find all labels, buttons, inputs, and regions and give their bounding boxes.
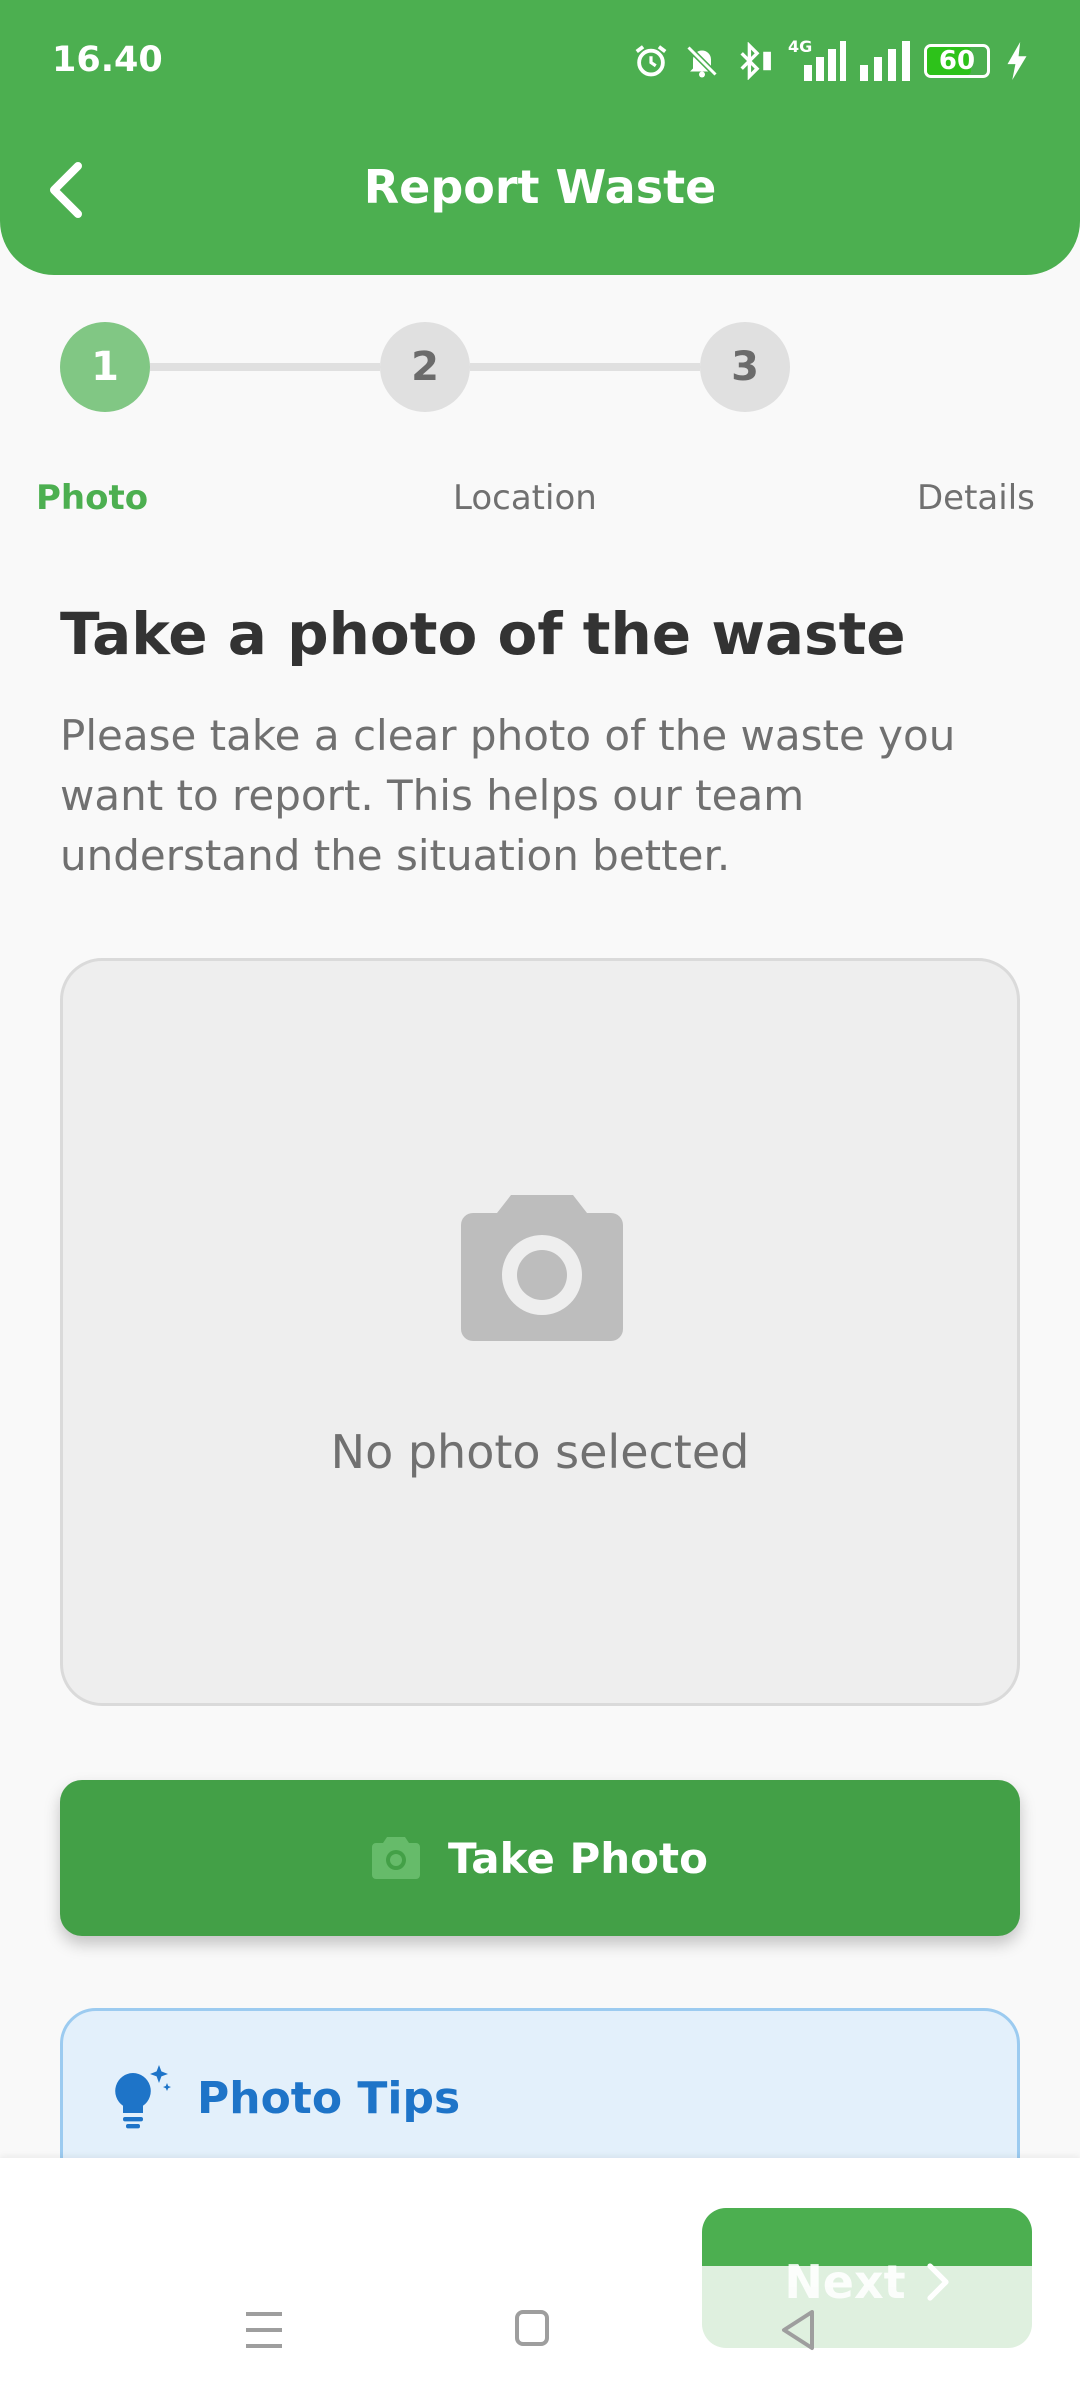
no-photo-text: No photo selected [330, 1425, 750, 1479]
next-button[interactable]: Next [702, 2208, 1032, 2348]
section-heading: Take a photo of the waste [60, 600, 906, 668]
photo-preview[interactable]: No photo selected [60, 958, 1020, 1706]
lightbulb-icon [115, 2065, 171, 2129]
alarm-icon [635, 45, 667, 77]
photo-tips-title: Photo Tips [197, 2073, 461, 2124]
bell-off-icon [686, 45, 718, 78]
step-2-label: Location [453, 478, 597, 518]
camera-icon [461, 1195, 623, 1341]
take-photo-button[interactable]: Take Photo [60, 1780, 1020, 1936]
battery-icon: 60 [924, 44, 990, 78]
app-header: 16.40 4G 60 Report Waste [0, 0, 1080, 275]
menu-icon[interactable] [244, 2308, 284, 2352]
chevron-right-icon [927, 2263, 949, 2301]
status-icons: 4G 60 [632, 37, 1030, 84]
next-label: Next [784, 2255, 906, 2309]
step-connector [150, 363, 380, 371]
camera-icon [372, 1837, 421, 1879]
status-time: 16.40 [52, 40, 163, 80]
battery-level: 60 [938, 46, 976, 76]
step-1-indicator: 1 [60, 322, 150, 412]
back-nav-icon[interactable] [780, 2308, 816, 2352]
signal-icon [804, 41, 846, 81]
step-3-indicator: 3 [700, 322, 790, 412]
charging-icon [1007, 42, 1027, 80]
step-connector [470, 363, 700, 371]
step-1-label: Photo [36, 478, 149, 518]
home-icon[interactable] [514, 2308, 550, 2348]
signal-icon-2 [860, 41, 910, 81]
step-3-label: Details [917, 478, 1035, 518]
step-2-indicator: 2 [380, 322, 470, 412]
take-photo-label: Take Photo [448, 1833, 708, 1883]
bluetooth-icon [740, 42, 771, 80]
section-description: Please take a clear photo of the waste y… [60, 711, 956, 880]
network-type: 4G [788, 37, 846, 81]
page-title: Report Waste [363, 160, 717, 214]
